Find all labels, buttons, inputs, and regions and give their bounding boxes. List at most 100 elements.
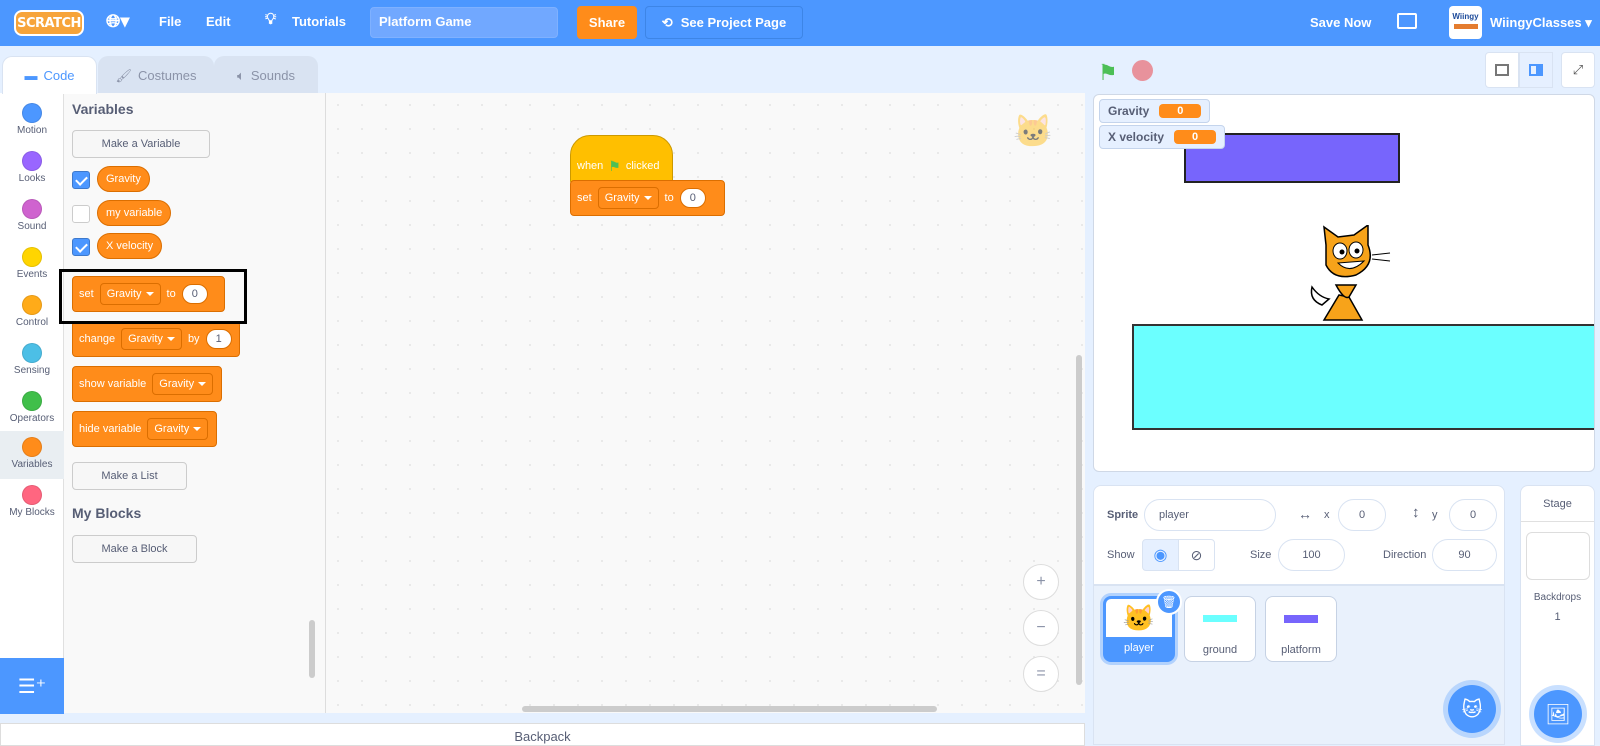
- zoom-out-button[interactable]: −: [1023, 610, 1059, 646]
- stage[interactable]: Gravity 0 X velocity 0: [1093, 94, 1595, 472]
- tutorials-button[interactable]: Tutorials: [292, 14, 346, 29]
- reset-zoom-icon: =: [1036, 665, 1046, 682]
- normal-stage-button[interactable]: [1519, 52, 1553, 88]
- workspace-horizontal-scrollbar[interactable]: [522, 706, 937, 712]
- tab-costumes[interactable]: 🖌︎ Costumes: [98, 56, 214, 94]
- account-menu[interactable]: WiingyClasses ▾: [1490, 15, 1592, 31]
- save-now-button[interactable]: Save Now: [1310, 15, 1371, 30]
- category-events[interactable]: Events: [0, 241, 64, 289]
- value-input[interactable]: 0: [679, 188, 706, 208]
- variable-dropdown[interactable]: Gravity: [597, 187, 659, 209]
- my-blocks-dot-icon: [22, 485, 42, 505]
- block-text: clicked: [625, 160, 660, 172]
- username: WiingyClasses: [1490, 15, 1582, 30]
- sound-dot-icon: [22, 199, 42, 219]
- my-stuff-folder-icon[interactable]: [1397, 13, 1417, 29]
- tab-sounds[interactable]: 🔈︎ Sounds: [214, 56, 318, 94]
- change-variable-block[interactable]: change Gravity by 1: [72, 321, 240, 357]
- show-visible-button[interactable]: ◉: [1142, 539, 1179, 571]
- sprite-tile-player[interactable]: 🐱 player 🗑︎: [1103, 589, 1182, 662]
- globe-icon[interactable]: 🌐︎▾: [106, 11, 129, 32]
- ground-thumbnail: [1203, 615, 1237, 622]
- zoom-in-button[interactable]: +: [1023, 564, 1059, 600]
- x-arrow-icon: ↔: [1298, 506, 1312, 522]
- gravity-monitor[interactable]: Gravity 0: [1099, 99, 1211, 123]
- direction-label: Direction: [1383, 549, 1427, 561]
- workspace-vertical-scrollbar[interactable]: [1076, 355, 1082, 685]
- fullscreen-button[interactable]: ⤢: [1561, 52, 1595, 88]
- category-looks[interactable]: Looks: [0, 145, 64, 193]
- share-button[interactable]: Share: [577, 6, 637, 39]
- green-flag-button[interactable]: ⚑: [1098, 60, 1118, 86]
- tab-code[interactable]: ▬ Code: [2, 56, 97, 94]
- scratch-logo[interactable]: SCRATCH: [14, 10, 84, 36]
- gravity-reporter[interactable]: Gravity: [97, 166, 150, 192]
- x-input[interactable]: 0: [1338, 499, 1386, 531]
- y-input[interactable]: 0: [1449, 499, 1497, 531]
- x-velocity-monitor[interactable]: X velocity 0: [1099, 125, 1226, 149]
- sprite-name-input[interactable]: player: [1144, 499, 1276, 531]
- zoom-in-icon: +: [1036, 573, 1046, 590]
- delete-sprite-icon[interactable]: 🗑︎: [1156, 589, 1182, 615]
- block-text: change: [79, 333, 116, 345]
- category-sensing[interactable]: Sensing: [0, 337, 64, 385]
- x-velocity-reporter[interactable]: X velocity: [97, 233, 163, 259]
- choose-backdrop-button[interactable]: 🖼︎: [1534, 690, 1582, 738]
- block-text: show variable: [79, 378, 147, 390]
- file-menu[interactable]: File: [159, 14, 181, 29]
- project-title-input[interactable]: Platform Game: [370, 7, 558, 38]
- monitor-label: Gravity: [1108, 104, 1150, 118]
- category-variables[interactable]: Variables: [0, 431, 64, 479]
- variables-dot-icon: [22, 437, 42, 457]
- choose-sprite-button[interactable]: 🐱︎: [1448, 685, 1496, 733]
- reset-zoom-button[interactable]: =: [1023, 656, 1059, 692]
- make-block-button[interactable]: Make a Block: [72, 535, 197, 563]
- sprite-tile-platform[interactable]: platform: [1265, 596, 1337, 662]
- x-velocity-checkbox[interactable]: [72, 238, 90, 256]
- category-my-blocks[interactable]: My Blocks: [0, 479, 64, 527]
- my-variable-checkbox[interactable]: [72, 205, 90, 223]
- show-hidden-button[interactable]: ⊘: [1178, 539, 1215, 571]
- my-variable-reporter[interactable]: my variable: [97, 200, 172, 226]
- platform-thumbnail: [1284, 615, 1318, 623]
- sprite-tile-ground[interactable]: ground: [1184, 596, 1256, 662]
- palette-scrollbar[interactable]: [309, 620, 315, 678]
- show-variable-block[interactable]: show variable Gravity: [72, 366, 222, 402]
- motion-dot-icon: [22, 103, 42, 123]
- hide-variable-block[interactable]: hide variable Gravity: [72, 411, 217, 447]
- gravity-checkbox[interactable]: [72, 171, 90, 189]
- see-project-page-button[interactable]: ⟲ See Project Page: [645, 6, 803, 39]
- variable-dropdown[interactable]: Gravity: [152, 373, 214, 395]
- category-sound[interactable]: Sound: [0, 193, 64, 241]
- add-sprite-cat-icon: 🐱︎: [1461, 698, 1483, 721]
- ground-sprite[interactable]: [1132, 324, 1594, 430]
- size-input[interactable]: 100: [1278, 539, 1345, 571]
- variable-dropdown[interactable]: Gravity: [147, 418, 209, 440]
- value-input[interactable]: 1: [205, 329, 232, 349]
- category-operators[interactable]: Operators: [0, 385, 64, 433]
- stop-button[interactable]: [1132, 60, 1153, 81]
- backpack[interactable]: Backpack: [0, 723, 1085, 746]
- small-stage-icon: [1495, 64, 1509, 76]
- category-control[interactable]: Control: [0, 289, 64, 337]
- add-extension-icon: ☰⁺: [17, 675, 47, 698]
- sprite-tile-name: player: [1106, 637, 1172, 659]
- category-motion[interactable]: Motion: [0, 97, 64, 145]
- direction-input[interactable]: 90: [1432, 539, 1497, 571]
- make-list-button[interactable]: Make a List: [72, 462, 187, 490]
- tab-costumes-label: Costumes: [137, 68, 197, 83]
- backdrop-thumbnail[interactable]: [1525, 532, 1590, 580]
- avatar[interactable]: Wiingy: [1449, 6, 1482, 39]
- category-menu: Motion Looks Sound Events Control Sensin…: [0, 93, 64, 713]
- when-flag-clicked-block[interactable]: when ⚑ clicked: [570, 135, 673, 185]
- variables-heading: Variables: [72, 101, 134, 117]
- player-cat-sprite[interactable]: [1294, 225, 1394, 325]
- small-stage-button[interactable]: [1485, 52, 1519, 88]
- set-variable-block[interactable]: set Gravity to 0: [570, 180, 725, 216]
- make-variable-button[interactable]: Make a Variable: [72, 130, 210, 158]
- add-extension-button[interactable]: ☰⁺: [0, 658, 64, 714]
- control-dot-icon: [22, 295, 42, 315]
- edit-menu[interactable]: Edit: [206, 14, 231, 29]
- variable-dropdown[interactable]: Gravity: [121, 328, 182, 350]
- y-label: y: [1432, 509, 1438, 521]
